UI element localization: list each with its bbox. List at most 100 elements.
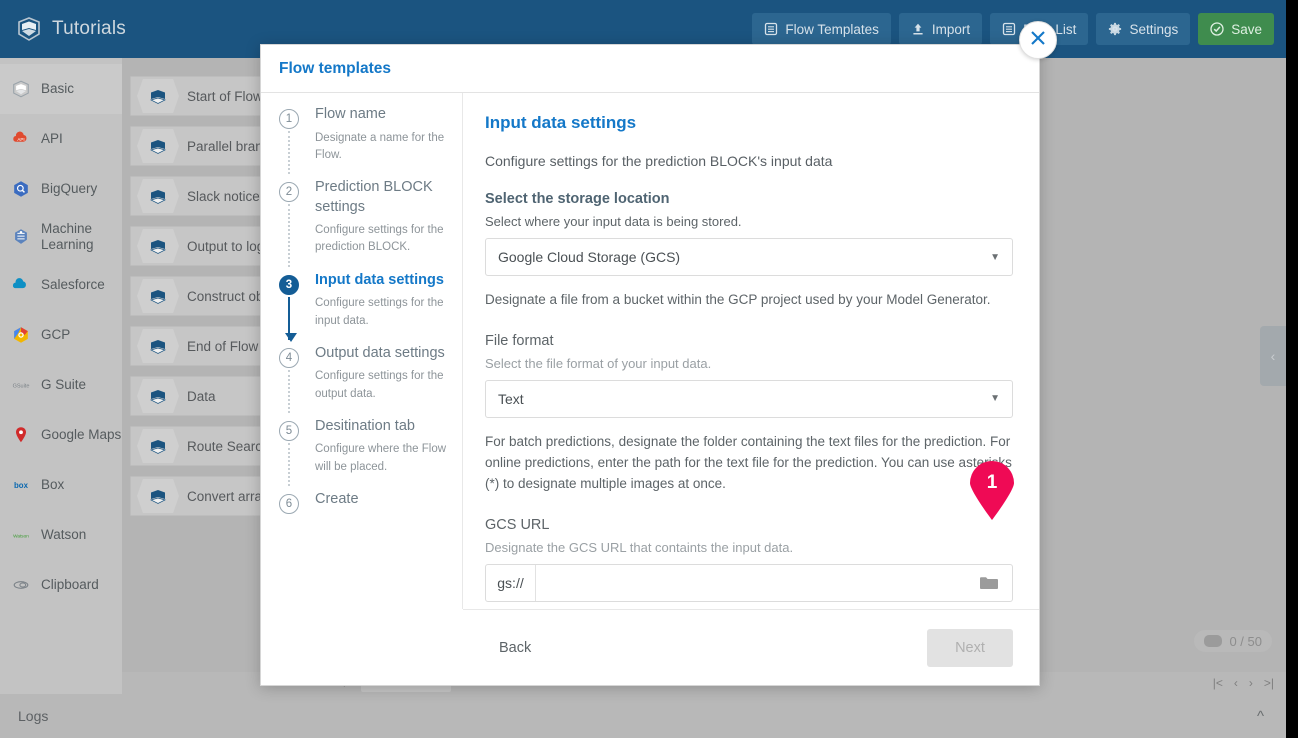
- sidebar-item-watson[interactable]: Watson Watson: [0, 510, 122, 560]
- step-description: Designate a name for the Flow.: [315, 131, 445, 161]
- g-suite-icon: GSuite: [10, 374, 32, 396]
- step-number: 3: [279, 274, 299, 295]
- sidebar-item-box[interactable]: box Box: [0, 460, 122, 510]
- step-spacer: [279, 403, 462, 417]
- map-pin-icon: [10, 424, 32, 446]
- sidebar-item-label: Watson: [41, 527, 87, 543]
- chevron-down-icon: ▼: [990, 251, 1000, 263]
- wizard-step-create[interactable]: 6 Create: [279, 490, 462, 514]
- flow-cube-icon: [137, 129, 179, 163]
- chevron-down-icon: ▼: [990, 393, 1000, 405]
- flow-templates-button[interactable]: Flow Templates: [752, 13, 891, 45]
- gcs-url-hint: Designate the GCS URL that containts the…: [485, 539, 794, 555]
- step-number: 6: [279, 493, 299, 514]
- app-title: Tutorials: [52, 18, 126, 39]
- panel-collapse-handle[interactable]: ‹: [1260, 326, 1286, 386]
- sidebar-item-clipboard[interactable]: Clipboard: [0, 560, 122, 610]
- storage-location-value: Google Cloud Storage (GCS): [498, 249, 681, 265]
- wizard-step-output-data-settings[interactable]: 4 Output data settings Configure setting…: [279, 344, 462, 413]
- sidebar-item-salesforce[interactable]: Salesforce: [0, 260, 122, 310]
- step-title: Create: [315, 490, 359, 507]
- list-icon: [764, 22, 778, 36]
- step-description: Configure settings for the input data.: [315, 297, 444, 327]
- machine-learning-icon: [10, 226, 32, 248]
- sidebar-item-label: Salesforce: [41, 277, 105, 293]
- sidebar-item-api[interactable]: API API: [0, 114, 122, 164]
- salesforce-cloud-icon: [10, 274, 32, 296]
- sidebar-item-bigquery[interactable]: BigQuery: [0, 164, 122, 214]
- sidebar-item-g-suite[interactable]: GSuite G Suite: [0, 360, 122, 410]
- wizard-step-input-data-settings[interactable]: 3 Input data settings Configure settings…: [279, 271, 462, 342]
- step-title: Input data settings: [315, 271, 444, 288]
- annotation-marker-number: 1: [986, 472, 998, 493]
- box-icon: box: [10, 474, 32, 496]
- settings-button[interactable]: Settings: [1096, 13, 1191, 45]
- sidebar-item-label: API: [41, 131, 63, 147]
- back-button[interactable]: Back: [485, 632, 545, 664]
- gcs-url-field-group: gs://: [485, 563, 1013, 602]
- sidebar-item-google-maps[interactable]: Google Maps: [0, 410, 122, 460]
- settings-label: Settings: [1129, 21, 1179, 37]
- flow-cube-icon: [137, 279, 179, 313]
- step-title: Output data settings: [315, 344, 445, 361]
- modal-body: 1 Flow name Designate a name for the Flo…: [261, 93, 1039, 609]
- sidebar-item-basic[interactable]: Basic: [0, 64, 122, 114]
- sidebar-item-gcp[interactable]: GCP: [0, 310, 122, 360]
- storage-location-select[interactable]: Google Cloud Storage (GCS) ▼: [485, 238, 1013, 276]
- block-list-item-label: End of Flow: [187, 338, 259, 354]
- import-label: Import: [931, 21, 971, 37]
- file-format-select[interactable]: Text ▼: [485, 379, 1013, 418]
- pane-subtitle: Configure settings for the prediction BL…: [485, 153, 833, 169]
- folder-icon[interactable]: [966, 565, 1012, 601]
- sidebar-item-label: Clipboard: [41, 577, 99, 593]
- gear-icon: [1108, 22, 1122, 36]
- upload-icon: [911, 22, 925, 36]
- counter-blob-icon: [1204, 635, 1223, 647]
- application-window: Tutorials Flow Templates Import Flow Lis…: [0, 0, 1298, 738]
- chevron-up-icon[interactable]: ^: [1257, 708, 1264, 725]
- modal-close-button[interactable]: [1019, 21, 1057, 59]
- step-spacer: [279, 476, 462, 490]
- wizard-step-list: 1 Flow name Designate a name for the Flo…: [261, 93, 463, 609]
- step-description: Configure where the Flow will be placed.: [315, 443, 447, 473]
- next-button: Next: [927, 628, 1013, 667]
- step-number: 4: [279, 347, 299, 368]
- flow-cube-icon: [137, 79, 179, 113]
- logs-bar[interactable]: Logs ^: [0, 694, 1286, 738]
- block-list-item-label: Data: [187, 388, 216, 404]
- step-title: Desitination tab: [315, 417, 415, 434]
- step-number: 5: [279, 420, 299, 441]
- svg-text:API: API: [17, 137, 24, 142]
- flow-templates-modal: Flow templates 1 Flow name Designate a n…: [260, 44, 1040, 686]
- header-actions: Flow Templates Import Flow List Settings: [752, 13, 1274, 45]
- step-description: Configure settings for the prediction BL…: [315, 224, 444, 254]
- file-format-label: File format: [485, 332, 554, 349]
- next-page-button[interactable]: ›: [1249, 676, 1253, 690]
- svg-text:GSuite: GSuite: [13, 384, 30, 390]
- check-circle-icon: [1210, 22, 1224, 36]
- gcs-url-input[interactable]: [536, 564, 966, 601]
- wizard-step-destination-tab[interactable]: 5 Desitination tab Configure where the F…: [279, 417, 462, 486]
- wizard-step-prediction-block-settings[interactable]: 2 Prediction BLOCK settings Configure se…: [279, 178, 462, 267]
- import-button[interactable]: Import: [898, 13, 983, 45]
- sidebar-item-label: G Suite: [41, 377, 87, 393]
- step-title: Flow name: [315, 106, 386, 122]
- file-format-note: For batch predictions, designate the fol…: [485, 433, 1012, 491]
- flow-cube-icon: [137, 329, 179, 363]
- storage-location-hint: Select where your input data is being st…: [485, 214, 742, 229]
- wizard-step-flow-name[interactable]: 1 Flow name Designate a name for the Flo…: [279, 105, 462, 175]
- cube-icon: [10, 78, 32, 100]
- save-button[interactable]: Save: [1198, 13, 1274, 45]
- block-counter-badge: 0 / 50: [1194, 630, 1272, 652]
- api-cloud-icon: API: [10, 128, 32, 150]
- prev-page-button[interactable]: ‹: [1234, 676, 1238, 690]
- category-sidebar: Basic API API BigQuery Machine Learning …: [0, 58, 122, 694]
- logs-label: Logs: [18, 708, 49, 724]
- storage-location-note: Designate a file from a bucket within th…: [485, 292, 991, 307]
- sidebar-item-machine-learning[interactable]: Machine Learning: [0, 214, 122, 260]
- first-page-button[interactable]: |<: [1213, 676, 1223, 690]
- last-page-button[interactable]: >|: [1264, 676, 1274, 690]
- svg-text:box: box: [14, 481, 29, 490]
- flow-templates-label: Flow Templates: [785, 21, 879, 37]
- canvas-pagination: |< ‹ › >|: [1213, 676, 1274, 690]
